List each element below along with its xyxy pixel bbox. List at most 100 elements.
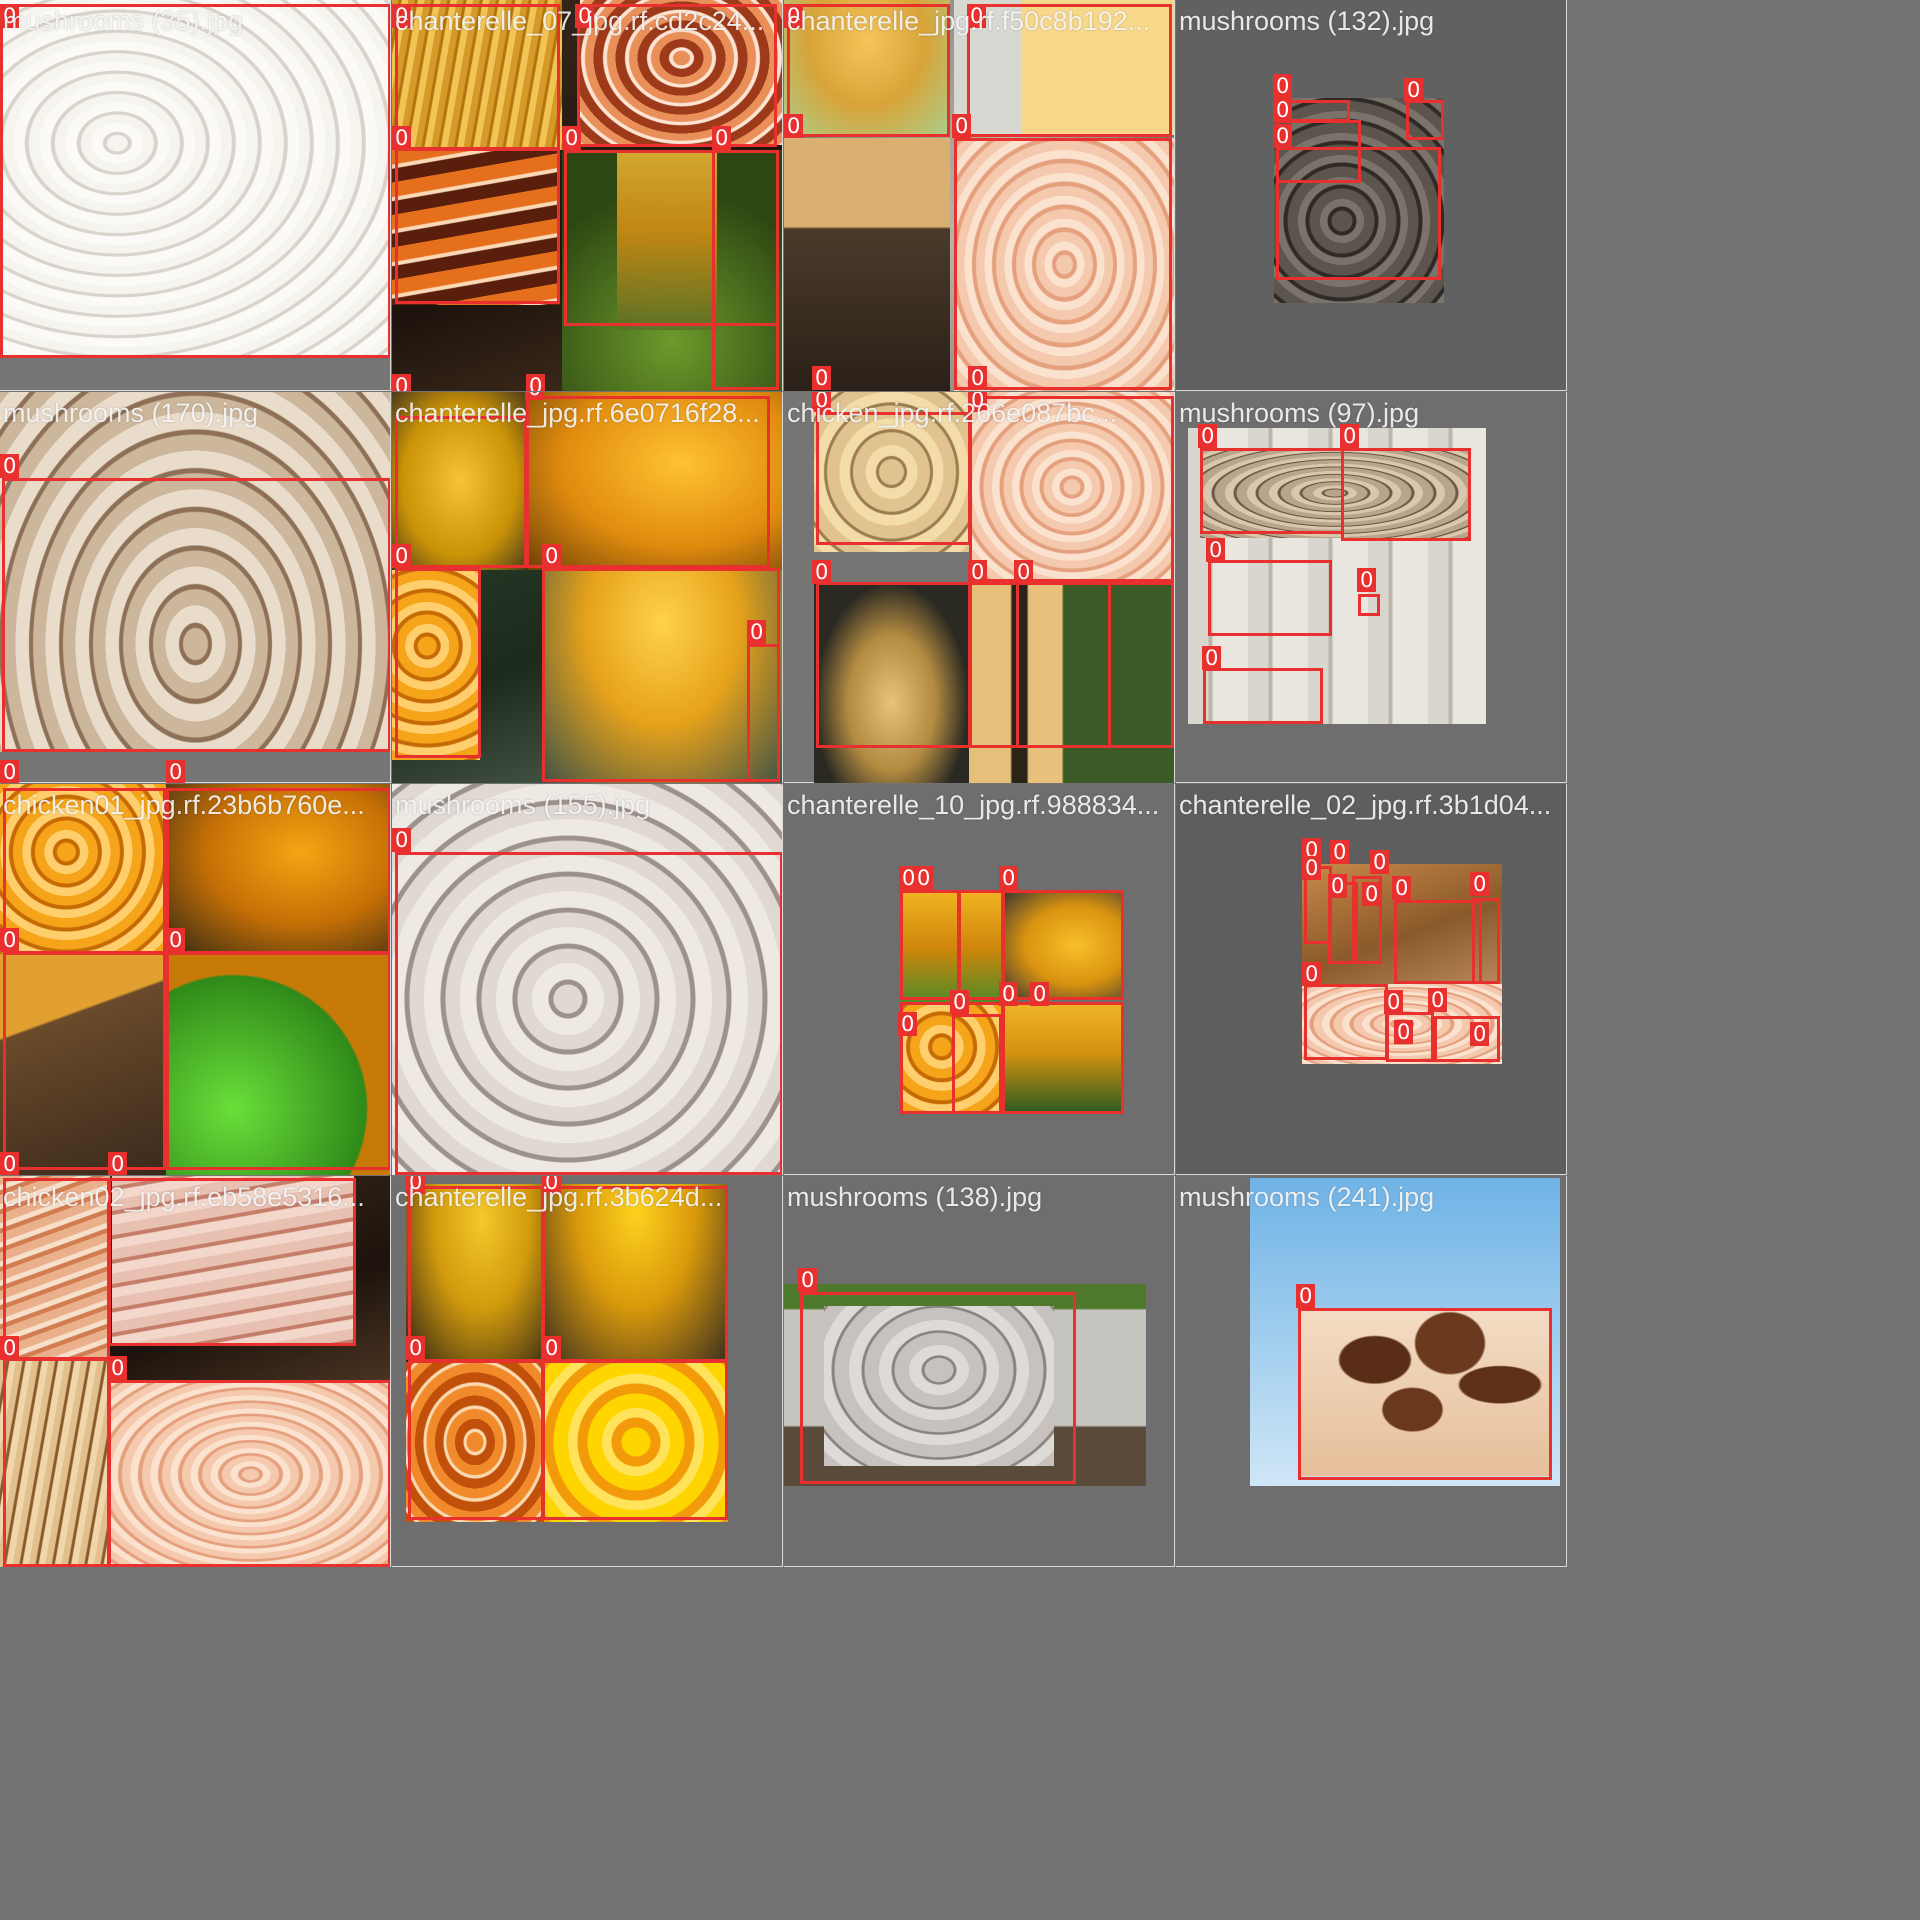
bounding-box bbox=[1394, 900, 1482, 984]
class-label: 0 bbox=[0, 760, 20, 783]
class-label: 0 bbox=[747, 620, 767, 644]
class-label: 0 bbox=[406, 1336, 426, 1360]
bounding-box bbox=[1304, 984, 1388, 1060]
bounding-box bbox=[542, 568, 780, 782]
bounding-box bbox=[3, 952, 166, 1170]
class-label: 0 bbox=[1328, 874, 1348, 898]
grid-cell-15: 0 mushrooms (138).jpg bbox=[784, 1176, 1175, 1567]
bounding-box bbox=[1016, 582, 1111, 748]
class-label: 0 bbox=[1362, 882, 1382, 906]
grid-cell-5: 0 0 0 mushrooms (170).jpg bbox=[0, 392, 391, 783]
class-label: 0 bbox=[0, 1336, 20, 1360]
bounding-box bbox=[712, 150, 779, 390]
image-filename: mushrooms (138).jpg bbox=[787, 1182, 1043, 1212]
class-label: 0 bbox=[1357, 568, 1377, 592]
bounding-box bbox=[1200, 448, 1344, 534]
bounding-box bbox=[958, 890, 1004, 1000]
class-label: 0 bbox=[798, 1268, 818, 1292]
bounding-box bbox=[952, 1014, 1002, 1114]
image-filename: chanterelle_10_jpg.rf.988834... bbox=[787, 790, 1160, 820]
grid-cell-12: 0 0 0 0 0 0 0 0 0 0 0 0 0 chanterelle_02… bbox=[1176, 784, 1567, 1175]
grid-cell-11: 0 0 0 0 0 0 0 chanterelle_10_jpg.rf.9888… bbox=[784, 784, 1175, 1175]
mushroom-photo bbox=[784, 138, 950, 391]
class-label: 0 bbox=[392, 374, 412, 391]
class-label: 0 bbox=[968, 366, 988, 390]
grid-cell-10: 0 mushrooms (155).jpg bbox=[392, 784, 783, 1175]
image-filename: chicken02_jpg.rf.eb58e5316... bbox=[3, 1182, 365, 1212]
grid-cell-13: 0 0 chicken02_jpg.rf.eb58e5316... bbox=[0, 1176, 391, 1567]
class-label: 0 bbox=[1014, 560, 1034, 584]
class-label: 0 bbox=[108, 1152, 128, 1175]
class-label: 0 bbox=[526, 374, 546, 391]
class-label: 0 bbox=[1428, 988, 1448, 1012]
image-filename: mushrooms (35).jpg bbox=[3, 6, 244, 36]
bounding-box bbox=[1406, 100, 1444, 140]
grid-cell-16: 0 mushrooms (241).jpg bbox=[1176, 1176, 1567, 1567]
bounding-box bbox=[747, 644, 780, 782]
image-filename: chanterelle_jpg.rf.f50c8b192... bbox=[787, 6, 1151, 36]
bounding-box bbox=[108, 1380, 391, 1567]
image-filename: mushrooms (132).jpg bbox=[1179, 6, 1435, 36]
image-filename: chanterelle_jpg.rf.6e0716f28... bbox=[395, 398, 760, 428]
class-label: 0 bbox=[1296, 1284, 1316, 1308]
grid-cell-4: 0 0 0 0 mushrooms (132).jpg bbox=[1176, 0, 1567, 391]
grid-cell-1: 0 mushrooms (35).jpg bbox=[0, 0, 391, 391]
class-label: 0 bbox=[1384, 990, 1404, 1014]
bounding-box bbox=[1298, 1308, 1552, 1480]
class-label: 0 bbox=[1370, 850, 1390, 874]
bounding-box bbox=[0, 4, 391, 358]
grid-cell-14: 0 0 0 0 chanterelle_jpg.rf.3b624d... bbox=[392, 1176, 783, 1567]
class-label: 0 bbox=[542, 1336, 562, 1360]
class-label: 0 bbox=[108, 1356, 128, 1380]
class-label: 0 bbox=[0, 928, 20, 952]
grid-cell-6: 0 0 0 0 chanterelle_jpg.rf.6e0716f28... bbox=[392, 392, 783, 783]
bounding-box bbox=[800, 1292, 1076, 1484]
bounding-box bbox=[969, 582, 1019, 748]
class-label: 0 bbox=[812, 366, 832, 390]
image-filename: chanterelle_07_jpg.rf.cd2c24... bbox=[395, 6, 765, 36]
bounding-box bbox=[1203, 668, 1323, 724]
class-label: 0 bbox=[999, 982, 1019, 1006]
bounding-box bbox=[3, 1358, 110, 1567]
bounding-box bbox=[1472, 898, 1500, 984]
class-label: 0 bbox=[952, 114, 972, 138]
image-filename: chanterelle_02_jpg.rf.3b1d04... bbox=[1179, 790, 1552, 820]
class-label: 0 bbox=[950, 990, 970, 1014]
bounding-box bbox=[816, 412, 971, 545]
grid-cell-7: 0 0 0 0 0 chicken_jpg.rf.266e087bc... bbox=[784, 392, 1175, 783]
bounding-box bbox=[1434, 1016, 1500, 1062]
image-filename: chicken01_jpg.rf.23b6b760e... bbox=[3, 790, 365, 820]
class-label: 0 bbox=[1202, 646, 1222, 670]
image-filename: mushrooms (97).jpg bbox=[1179, 398, 1420, 428]
bounding-box bbox=[954, 138, 1172, 390]
class-label: 0 bbox=[1273, 98, 1293, 122]
bounding-box bbox=[2, 478, 391, 752]
image-filename: chicken_jpg.rf.266e087bc... bbox=[787, 398, 1118, 428]
class-label: 0 bbox=[1392, 876, 1412, 900]
image-filename: mushrooms (155).jpg bbox=[395, 790, 651, 820]
bounding-box bbox=[542, 1360, 728, 1520]
class-label: 0 bbox=[1302, 962, 1322, 986]
grid-cell-3: 0 0 0 0 0 0 chanterelle_jpg.rf.f50c8b192… bbox=[784, 0, 1175, 391]
class-label: 0 bbox=[562, 126, 582, 150]
class-label: 0 bbox=[392, 544, 412, 568]
class-label: 0 bbox=[999, 866, 1019, 890]
class-label: 0 bbox=[166, 760, 186, 783]
bounding-box bbox=[900, 890, 960, 1000]
class-label: 0 bbox=[784, 114, 804, 138]
class-label: 0 bbox=[166, 928, 186, 952]
bounding-box bbox=[395, 852, 783, 1175]
class-label: 0 bbox=[1404, 78, 1424, 102]
image-filename: mushrooms (170).jpg bbox=[3, 398, 259, 428]
class-label: 0 bbox=[812, 560, 832, 584]
class-label: 0 bbox=[898, 1012, 918, 1036]
class-label: 0 bbox=[392, 828, 412, 852]
bounding-box bbox=[395, 568, 481, 758]
bounding-box bbox=[1208, 560, 1332, 636]
class-label: 0 bbox=[1394, 1020, 1414, 1044]
class-label: 0 bbox=[1206, 538, 1226, 562]
grid-cell-8: 0 0 0 0 0 mushrooms (97).jpg bbox=[1176, 392, 1567, 783]
grid-cell-2: 0 0 0 0 0 0 0 chanterelle_07_jpg.rf.cd2c… bbox=[392, 0, 783, 391]
bounding-box bbox=[1108, 582, 1174, 748]
class-label: 0 bbox=[1030, 982, 1050, 1006]
